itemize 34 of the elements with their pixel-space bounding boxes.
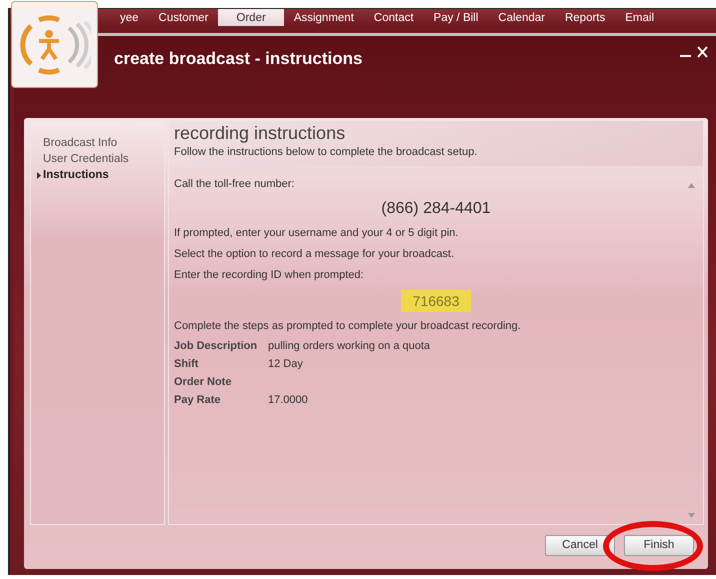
detail-value: 12 Day — [268, 358, 304, 370]
instruction-text: Enter the recording ID when prompted: — [174, 268, 364, 283]
nav-tab[interactable]: Pay / Bill — [424, 9, 488, 26]
nav-tab[interactable]: Email — [615, 9, 664, 26]
nav-tab[interactable]: Calendar — [488, 9, 555, 26]
nav-tab[interactable]: Customer — [148, 9, 218, 26]
instruction-text: Select the option to record a message for your broadcast. — [174, 247, 454, 262]
phone-number: (866) 284-4401 — [381, 199, 491, 219]
section-subtitle: Follow the instructions below to complete the broadcast setup. — [174, 146, 478, 158]
detail-value: 17.0000 — [268, 394, 309, 406]
section-heading: recording instructions — [174, 123, 346, 144]
detail-label: Order Note — [174, 376, 232, 388]
nav-tab[interactable]: Reports — [554, 9, 616, 26]
instruction-text: Call the toll-free number: — [174, 177, 294, 192]
recording-id: 716683 — [400, 290, 472, 312]
instruction-text: If prompted, enter your username and your 4 or 5 digit pin. — [174, 226, 458, 241]
nav-tab[interactable]: Assignment — [284, 9, 364, 26]
dialog-title: create broadcast - instructions — [114, 49, 362, 69]
dialog-button[interactable]: Finish — [624, 534, 694, 556]
instruction-text: Complete the steps as prompted to complete your broadcast recording. — [174, 319, 521, 334]
nav-tab[interactable]: Contact — [364, 9, 424, 26]
detail-label: Shift — [174, 358, 200, 370]
step-item[interactable]: Broadcast Info — [36, 135, 164, 151]
step-item[interactable]: Instructions — [36, 167, 164, 183]
close-icon[interactable] — [697, 46, 708, 58]
detail-label: Job Description — [174, 340, 258, 352]
broadcast-person-icon — [18, 14, 90, 76]
arrow-icon — [36, 172, 42, 178]
detail-value: pulling orders working on a quota — [268, 340, 432, 352]
nav-tab[interactable]: yee — [110, 9, 149, 26]
detail-label: Pay Rate — [174, 394, 222, 406]
dialog-button[interactable]: Cancel — [545, 534, 615, 556]
nav-tab[interactable]: Order — [218, 9, 284, 26]
step-item[interactable]: User Credentials — [36, 151, 164, 167]
